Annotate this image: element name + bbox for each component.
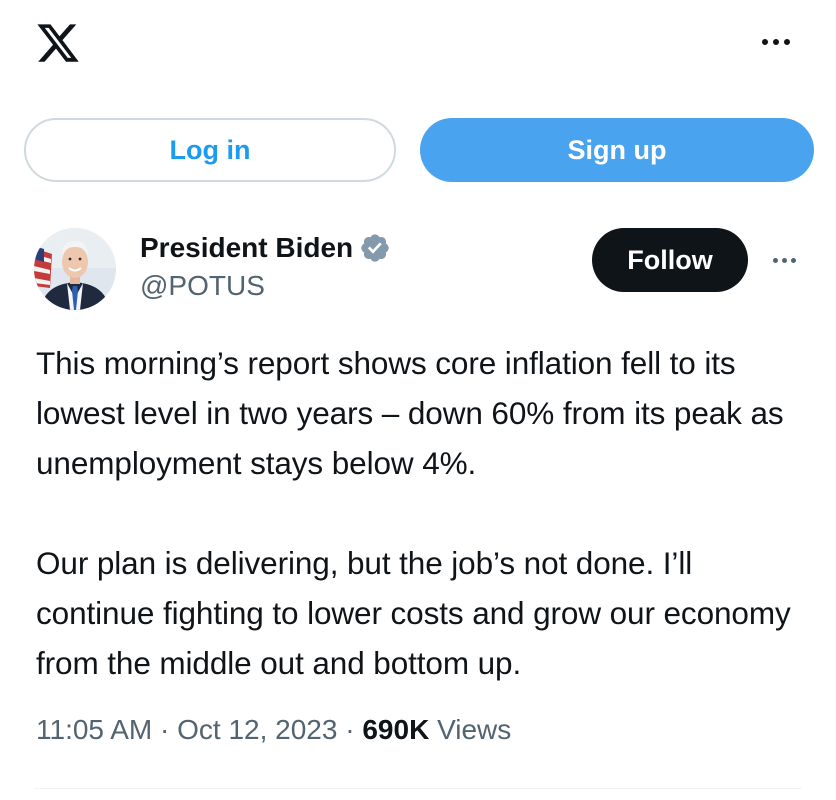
meta-separator: ·: [345, 714, 355, 745]
display-name[interactable]: President Biden: [140, 232, 353, 264]
login-button[interactable]: Log in: [24, 118, 396, 182]
signup-button[interactable]: Sign up: [420, 118, 814, 182]
author-info: President Biden @POTUS: [140, 230, 391, 302]
tweet-time[interactable]: 11:05 AM: [36, 714, 152, 745]
x-logo-icon[interactable]: [34, 20, 82, 66]
divider: [34, 788, 802, 789]
handle[interactable]: @POTUS: [140, 270, 391, 302]
tweet-date[interactable]: Oct 12, 2023: [177, 714, 337, 745]
more-options-icon[interactable]: [756, 32, 796, 52]
views-label: Views: [437, 714, 512, 745]
tweet-paragraph: This morning’s report shows core inflati…: [36, 345, 784, 481]
tweet-meta: 11:05 AM · Oct 12, 2023 · 690K Views: [36, 714, 511, 746]
display-name-row: President Biden: [140, 230, 391, 266]
auth-buttons: Log in Sign up: [24, 118, 814, 182]
top-bar: [0, 0, 836, 100]
tweet-paragraph: Our plan is delivering, but the job’s no…: [36, 545, 791, 681]
views-count: 690K: [362, 714, 430, 745]
tweet-header: President Biden @POTUS Follow: [0, 220, 836, 320]
follow-button[interactable]: Follow: [592, 228, 748, 292]
avatar[interactable]: [34, 228, 116, 310]
tweet-more-options-icon[interactable]: [764, 250, 804, 270]
tweet-text: This morning’s report shows core inflati…: [36, 338, 806, 688]
verified-badge-icon[interactable]: [359, 232, 391, 264]
meta-separator: ·: [160, 714, 170, 745]
avatar-image: [34, 228, 116, 310]
